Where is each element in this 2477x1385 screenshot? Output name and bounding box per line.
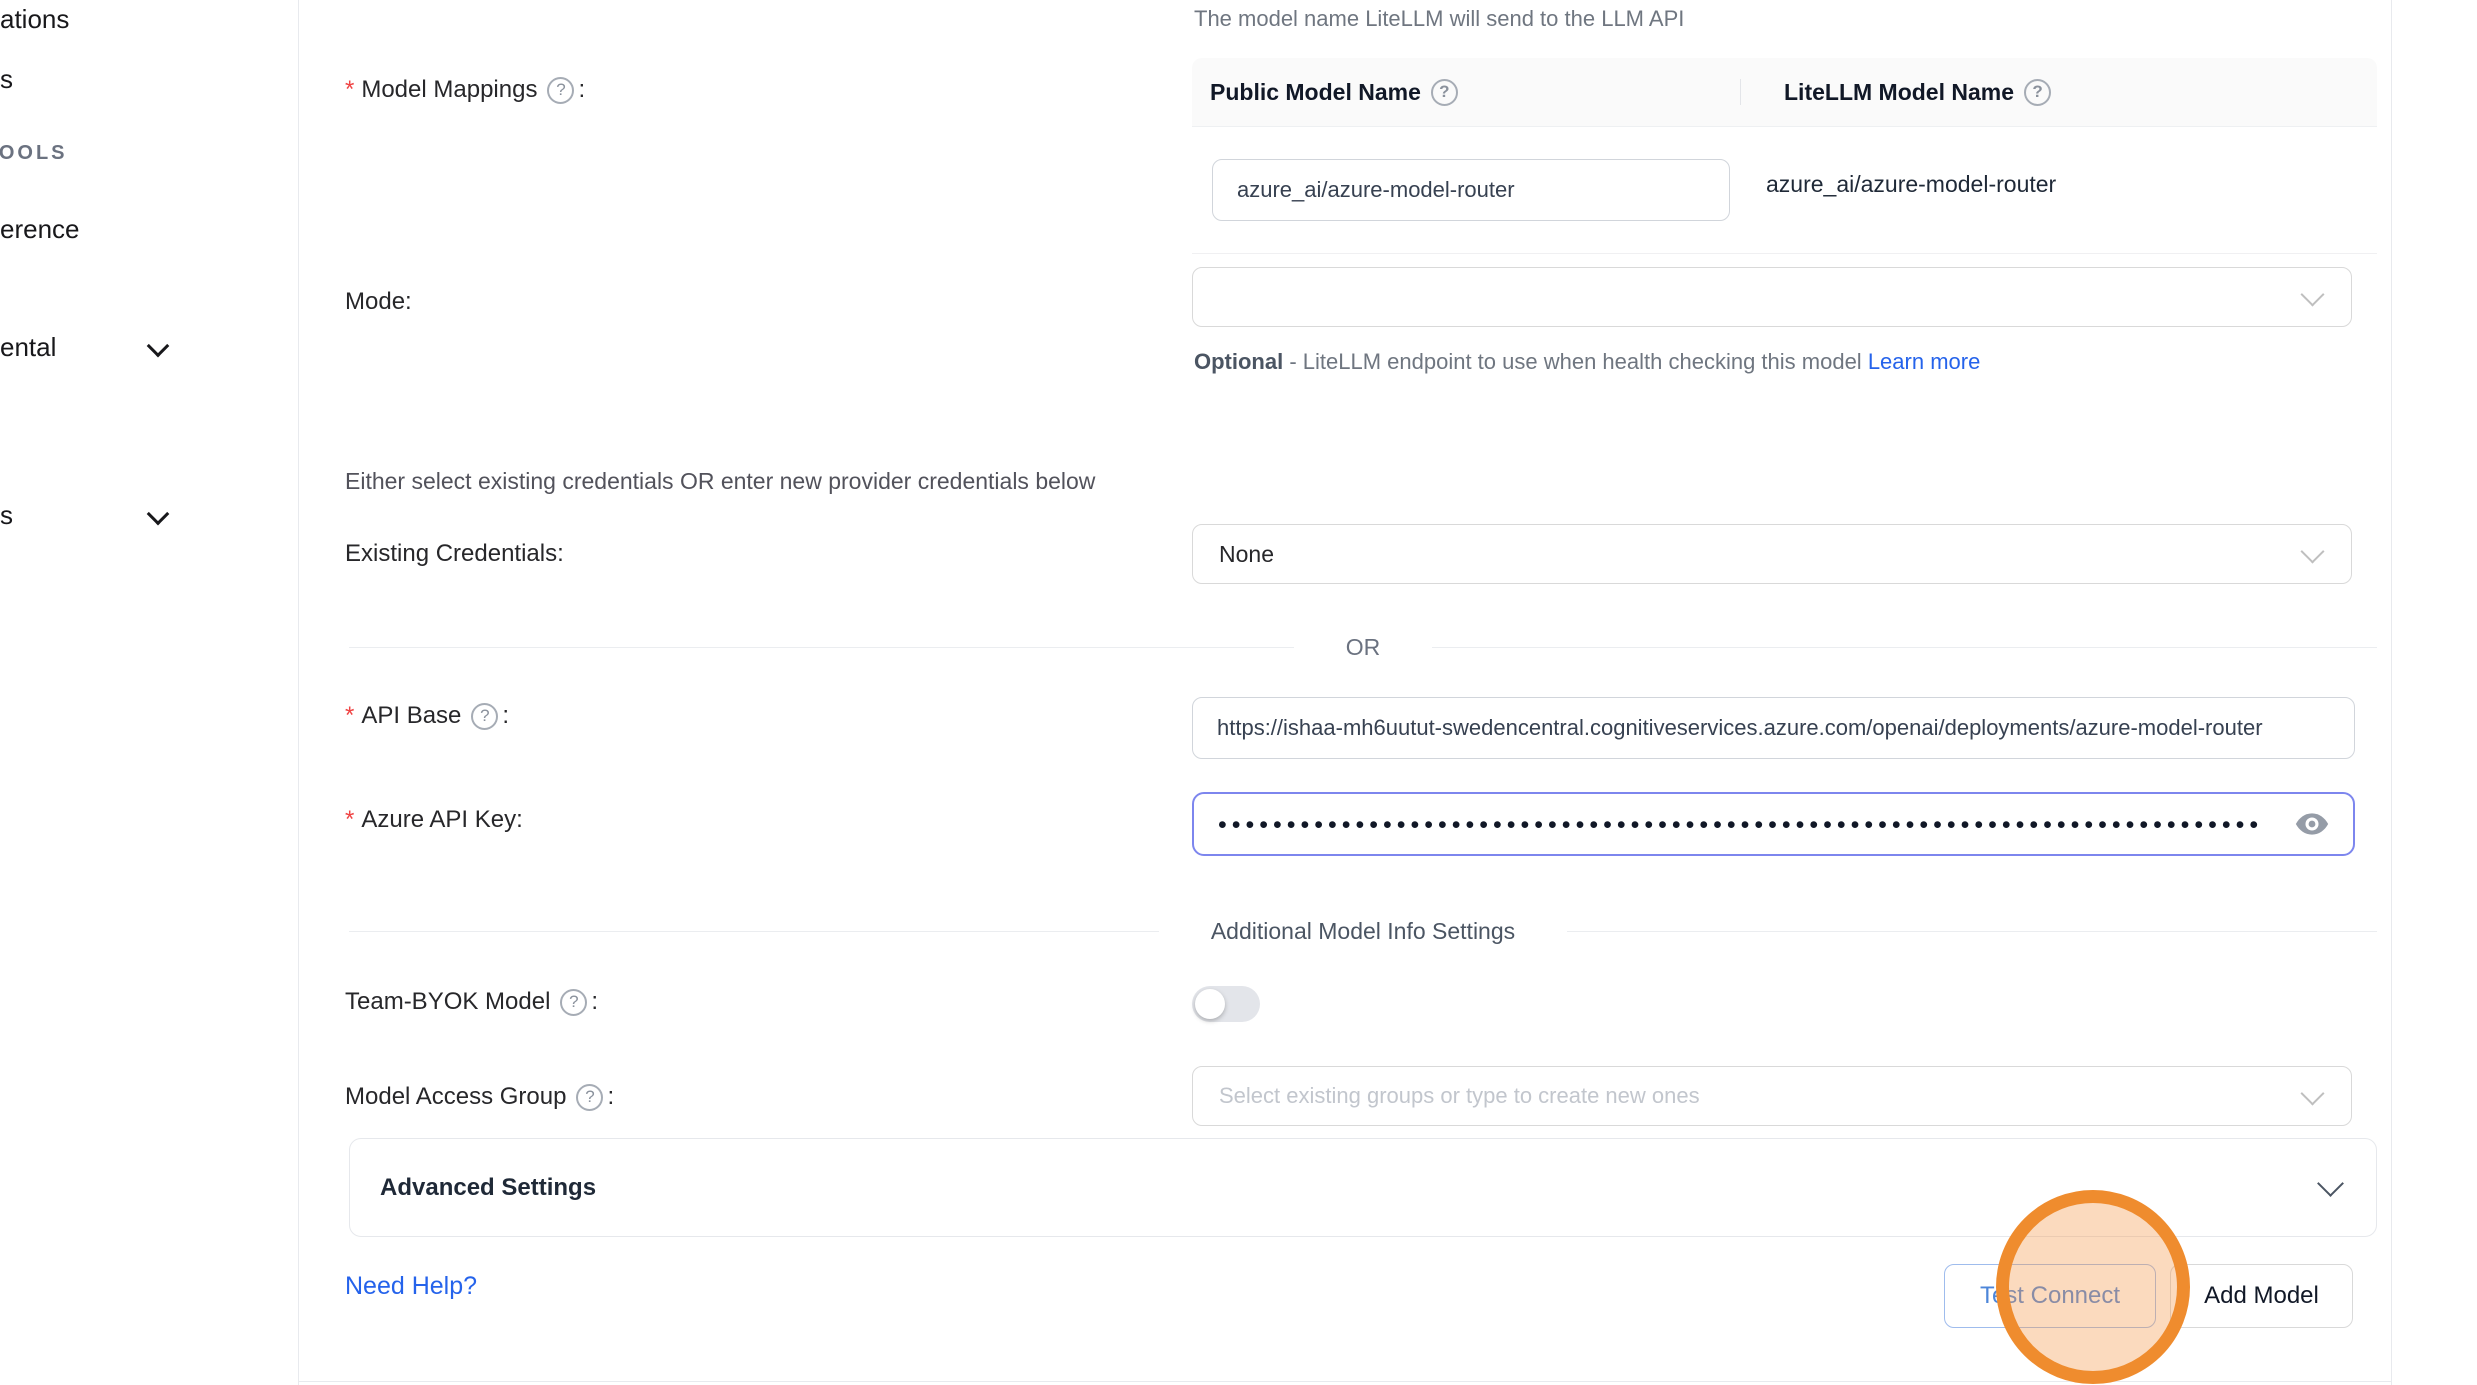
team-byok-toggle[interactable]: [1192, 986, 1260, 1022]
litellm-model-name-value: azure_ai/azure-model-router: [1766, 171, 2056, 198]
or-divider: OR: [349, 634, 2377, 661]
required-mark: *: [345, 702, 354, 730]
chevron-down-icon: [2317, 1170, 2344, 1197]
learn-more-link[interactable]: Learn more: [1868, 349, 1981, 374]
existing-credentials-label: Existing Credentials:: [345, 540, 564, 568]
eye-icon[interactable]: [2295, 811, 2329, 837]
model-mappings-label: * Model Mappings ? :: [345, 76, 585, 104]
add-model-page: ations s TOOLS erence ental s The model …: [0, 0, 2477, 1385]
mode-hint: Optional - LiteLLM endpoint to use when …: [1194, 342, 2004, 382]
advanced-settings-panel[interactable]: Advanced Settings: [349, 1138, 2377, 1237]
api-base-label: * API Base ? :: [345, 702, 509, 730]
panel-bottom-border: [298, 1381, 2391, 1382]
azure-api-key-label: * Azure API Key:: [345, 806, 523, 834]
mode-hint-bold: Optional: [1194, 349, 1283, 374]
chevron-down-icon: [2300, 282, 2324, 306]
table-header: Public Model Name ? LiteLLM Model Name ?: [1192, 58, 2377, 127]
model-mappings-table: Public Model Name ? LiteLLM Model Name ?…: [1192, 58, 2377, 254]
help-icon[interactable]: ?: [547, 77, 574, 104]
need-help-link[interactable]: Need Help?: [345, 1272, 477, 1301]
sidebar-item-inference[interactable]: erence: [0, 214, 80, 245]
mode-label: Mode:: [345, 288, 412, 316]
column-header-litellm-model-name: LiteLLM Model Name ?: [1758, 79, 2055, 106]
chevron-down-icon: [2300, 539, 2324, 563]
team-byok-label: Team-BYOK Model ? :: [345, 988, 598, 1016]
sidebar-item-settings[interactable]: s: [0, 500, 13, 531]
masked-password-value: ••••••••••••••••••••••••••••••••••••••••…: [1218, 811, 2281, 840]
help-icon[interactable]: ?: [560, 989, 587, 1016]
chevron-down-icon: [2300, 1081, 2324, 1105]
table-row: azure_ai/azure-model-router: [1192, 127, 2377, 254]
existing-credentials-select[interactable]: None: [1192, 524, 2352, 584]
required-mark: *: [345, 76, 354, 104]
test-connect-button[interactable]: Test Connect: [1944, 1264, 2156, 1328]
help-icon[interactable]: ?: [471, 703, 498, 730]
model-access-group-select[interactable]: Select existing groups or type to create…: [1192, 1066, 2352, 1126]
sidebar-border: [298, 0, 299, 1385]
info-settings-divider: Additional Model Info Settings: [349, 918, 2377, 945]
toggle-knob: [1195, 989, 1225, 1019]
sidebar-item[interactable]: s: [0, 64, 13, 95]
sidebar-section-tools: TOOLS: [0, 142, 68, 165]
mode-select[interactable]: [1192, 267, 2352, 327]
help-icon[interactable]: ?: [1431, 79, 1458, 106]
panel-right-border: [2391, 0, 2392, 1385]
chevron-down-icon: [147, 503, 170, 526]
public-model-name-input[interactable]: [1212, 159, 1730, 221]
credentials-note: Either select existing credentials OR en…: [345, 468, 1095, 495]
azure-api-key-input[interactable]: ••••••••••••••••••••••••••••••••••••••••…: [1192, 792, 2355, 856]
chevron-down-icon: [147, 335, 170, 358]
sidebar-item-integrations[interactable]: ations: [0, 4, 69, 35]
model-access-group-label: Model Access Group ? :: [345, 1083, 614, 1111]
required-mark: *: [345, 806, 354, 834]
select-placeholder: Select existing groups or type to create…: [1219, 1083, 1700, 1109]
add-model-button[interactable]: Add Model: [2170, 1264, 2353, 1328]
model-name-hint: The model name LiteLLM will send to the …: [1194, 6, 1684, 32]
help-icon[interactable]: ?: [2024, 79, 2051, 106]
help-icon[interactable]: ?: [576, 1084, 603, 1111]
header-divider: [1740, 79, 1741, 105]
sidebar-item-experimental[interactable]: ental: [0, 332, 56, 363]
advanced-settings-title: Advanced Settings: [380, 1174, 2321, 1202]
api-base-input[interactable]: [1192, 697, 2355, 759]
column-header-public-model-name: Public Model Name ?: [1192, 79, 1758, 106]
